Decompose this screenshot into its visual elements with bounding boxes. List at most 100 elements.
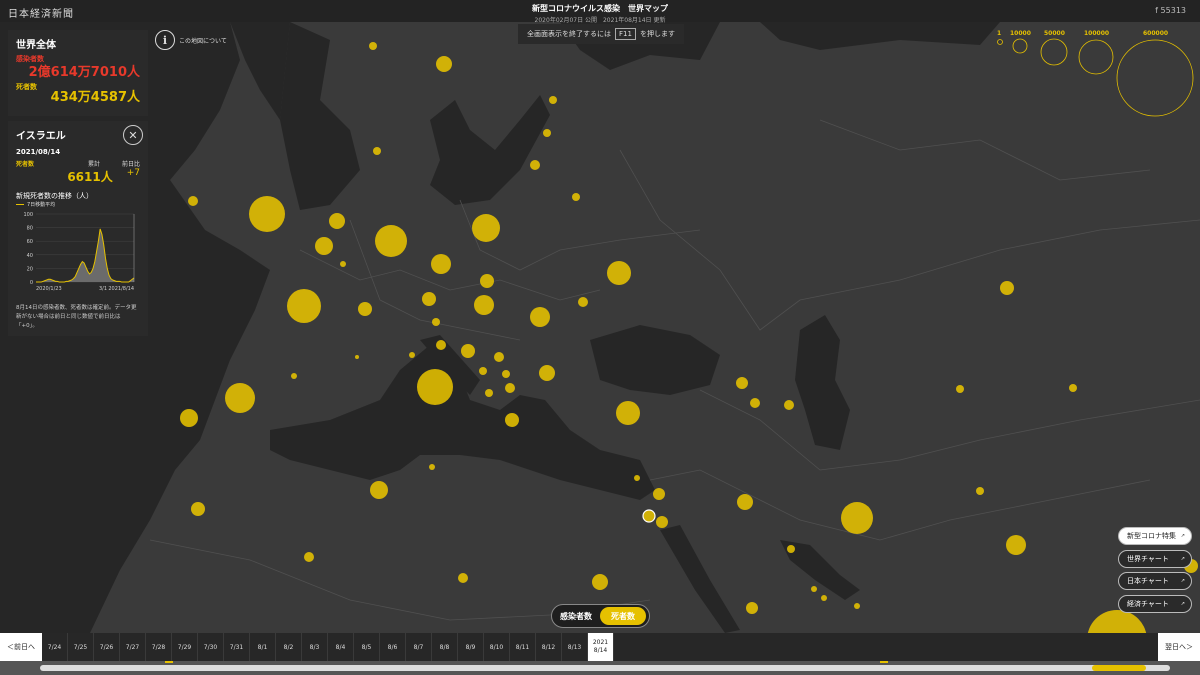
timeline-date[interactable]: 7/25 [68, 633, 94, 661]
country-bubble[interactable] [821, 595, 827, 601]
country-bubble[interactable] [854, 603, 860, 609]
country-bubble[interactable] [543, 129, 551, 137]
scroll-thumb[interactable] [1092, 665, 1146, 671]
world-chart-button[interactable]: 世界チャート ↗ [1118, 549, 1192, 568]
country-bubble[interactable] [375, 225, 407, 257]
country-bubble[interactable] [539, 365, 555, 381]
next-day-button[interactable]: 翌日へ＞ [1158, 633, 1200, 661]
country-bubble[interactable] [436, 56, 452, 72]
country-bubble[interactable] [505, 413, 519, 427]
country-bubble[interactable] [656, 516, 668, 528]
country-bubble[interactable] [329, 213, 345, 229]
country-bubble[interactable] [315, 237, 333, 255]
country-bubble[interactable] [191, 502, 205, 516]
timeline-date[interactable]: 7/28 [146, 633, 172, 661]
timeline-date[interactable]: 7/31 [224, 633, 250, 661]
country-bubble[interactable] [472, 214, 500, 242]
close-panel-button[interactable]: ✕ [123, 125, 143, 145]
country-bubble[interactable] [188, 196, 198, 206]
metric-toggle[interactable]: 感染者数 死者数 [551, 604, 650, 628]
country-bubble[interactable] [956, 385, 964, 393]
country-bubble[interactable] [431, 254, 451, 274]
toggle-deaths[interactable]: 死者数 [600, 607, 646, 625]
timeline-date[interactable]: 8/6 [380, 633, 406, 661]
country-bubble[interactable] [530, 160, 540, 170]
country-bubble[interactable] [750, 398, 760, 408]
country-bubble[interactable] [225, 383, 255, 413]
timeline-date[interactable]: 7/26 [94, 633, 120, 661]
timeline-date[interactable]: 8/8 [432, 633, 458, 661]
country-bubble[interactable] [370, 481, 388, 499]
country-bubble[interactable] [502, 370, 510, 378]
toggle-cases[interactable]: 感染者数 [552, 611, 600, 622]
country-bubble[interactable] [784, 400, 794, 410]
country-bubble[interactable] [736, 377, 748, 389]
country-bubble[interactable] [1000, 281, 1014, 295]
country-bubble[interactable] [355, 355, 359, 359]
country-bubble[interactable] [1006, 535, 1026, 555]
japan-chart-button[interactable]: 日本チャート ↗ [1118, 572, 1192, 590]
country-bubble[interactable] [549, 96, 557, 104]
timeline-date-selected[interactable]: 2021 8/14 [588, 633, 614, 661]
country-bubble[interactable] [592, 574, 608, 590]
country-bubble[interactable] [607, 261, 631, 285]
country-bubble[interactable] [249, 196, 285, 232]
timeline-date[interactable]: 8/1 [250, 633, 276, 661]
country-bubble[interactable] [811, 586, 817, 592]
covid-feature-button[interactable]: 新型コロナ特集 ↗ [1118, 527, 1192, 545]
country-bubble[interactable] [480, 274, 494, 288]
timeline-scrollbar[interactable] [0, 661, 1200, 675]
country-bubble[interactable] [505, 383, 515, 393]
country-bubble[interactable] [287, 289, 321, 323]
facebook-share[interactable]: f 55313 [1155, 6, 1186, 15]
country-bubble[interactable] [436, 340, 446, 350]
timeline-date[interactable]: 7/30 [198, 633, 224, 661]
timeline-date[interactable]: 8/4 [328, 633, 354, 661]
economy-chart-button[interactable]: 経済チャート ↗ [1118, 594, 1192, 613]
country-bubble[interactable] [461, 344, 475, 358]
timeline-date[interactable]: 8/7 [406, 633, 432, 661]
timeline-date[interactable]: 8/10 [484, 633, 510, 661]
about-map-button[interactable]: i この地図について [155, 30, 227, 50]
country-bubble[interactable] [485, 389, 493, 397]
country-bubble[interactable] [373, 147, 381, 155]
country-bubble[interactable] [616, 401, 640, 425]
timeline-date[interactable]: 7/24 [42, 633, 68, 661]
country-bubble[interactable] [841, 502, 873, 534]
timeline-date[interactable]: 8/13 [562, 633, 588, 661]
country-bubble[interactable] [409, 352, 415, 358]
country-bubble[interactable] [479, 367, 487, 375]
timeline-date[interactable]: 7/29 [172, 633, 198, 661]
timeline-date[interactable]: 8/5 [354, 633, 380, 661]
country-bubble[interactable] [432, 318, 440, 326]
country-bubble[interactable] [429, 464, 435, 470]
country-bubble[interactable] [369, 42, 377, 50]
timeline-date[interactable]: 7/27 [120, 633, 146, 661]
country-bubble[interactable] [422, 292, 436, 306]
country-bubble[interactable] [572, 193, 580, 201]
country-bubble[interactable] [340, 261, 346, 267]
country-bubble[interactable] [530, 307, 550, 327]
country-bubble[interactable] [304, 552, 314, 562]
country-bubble[interactable] [578, 297, 588, 307]
country-bubble[interactable] [417, 369, 453, 405]
timeline-date[interactable]: 8/12 [536, 633, 562, 661]
country-bubble[interactable] [737, 494, 753, 510]
country-bubble[interactable] [746, 602, 758, 614]
timeline-date[interactable]: 8/2 [276, 633, 302, 661]
country-bubble[interactable] [458, 573, 468, 583]
prev-day-button[interactable]: ＜前日へ [0, 633, 42, 661]
country-bubble[interactable] [976, 487, 984, 495]
country-bubble[interactable] [291, 373, 297, 379]
timeline-date[interactable]: 8/11 [510, 633, 536, 661]
country-bubble[interactable] [474, 295, 494, 315]
timeline-date[interactable]: 8/3 [302, 633, 328, 661]
country-bubble[interactable] [1069, 384, 1077, 392]
country-bubble[interactable] [653, 488, 665, 500]
country-bubble[interactable] [494, 352, 504, 362]
timeline-date[interactable]: 8/9 [458, 633, 484, 661]
country-bubble[interactable] [358, 302, 372, 316]
scroll-track[interactable] [40, 665, 1170, 671]
country-bubble[interactable] [634, 475, 640, 481]
country-bubble[interactable] [787, 545, 795, 553]
